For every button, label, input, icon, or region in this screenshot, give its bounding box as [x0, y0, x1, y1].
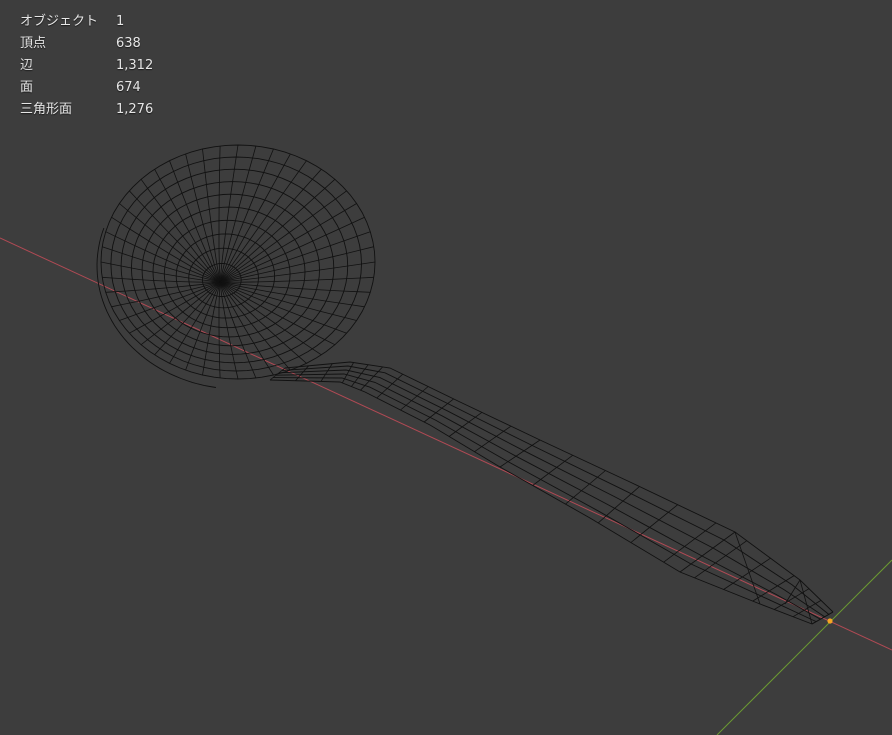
mesh-edge: [679, 531, 736, 573]
mesh-edge: [773, 588, 810, 610]
mesh-edge: [565, 470, 606, 505]
mesh-edge: [320, 363, 333, 382]
mesh-edge: [630, 504, 678, 543]
mesh-edge: [792, 600, 822, 618]
mesh-edge: [219, 281, 307, 364]
mesh-edge: [272, 377, 817, 623]
stat-row-vertices: 頂点 638: [20, 33, 153, 55]
stat-value: 1: [116, 14, 125, 29]
mesh-edge: [499, 439, 541, 468]
mesh-edge: [269, 367, 286, 381]
statistics-overlay: オブジェクト 1 頂点 638 辺 1,312 面 674 三角形面 1,276: [20, 11, 153, 121]
mesh-edge: [284, 361, 834, 613]
mesh-edge: [140, 281, 221, 346]
stat-row-faces: 面 674: [20, 77, 153, 99]
stat-label: 辺: [20, 58, 34, 73]
stat-value: 674: [116, 80, 141, 95]
mesh-edge: [219, 144, 239, 283]
ladle-wireframe-mesh[interactable]: [96, 144, 834, 625]
mesh-edge: [281, 365, 830, 615]
object-origin-dot: [827, 618, 833, 624]
stat-label: 頂点: [20, 36, 47, 51]
mesh-edge: [275, 373, 821, 620]
stat-label: オブジェクト: [20, 14, 99, 29]
mesh-edge: [694, 540, 748, 579]
x-axis-line: [0, 237, 892, 651]
stat-label: 三角形面: [20, 102, 73, 117]
mesh-edge: [269, 379, 813, 625]
mesh-edge: [219, 246, 374, 283]
mesh-edge: [474, 425, 512, 453]
mesh-edge: [102, 246, 221, 283]
mesh-edge: [219, 203, 357, 283]
stat-value: 638: [116, 36, 141, 51]
mesh-edge: [219, 168, 322, 283]
mesh-edge: [202, 148, 221, 283]
mesh-edge: [448, 412, 483, 437]
mesh-edge: [532, 454, 573, 486]
mesh-edge: [423, 398, 454, 423]
mesh-edge: [154, 169, 221, 283]
stat-value: 1,276: [116, 102, 154, 117]
stat-row-edges: 辺 1,312: [20, 55, 153, 77]
mesh-edge: [219, 281, 336, 346]
stat-row-objects: オブジェクト 1: [20, 11, 153, 33]
3d-viewport[interactable]: オブジェクト 1 頂点 638 辺 1,312 面 674 三角形面 1,276: [0, 0, 892, 735]
mesh-edge: [723, 557, 771, 590]
stat-row-triangles: 三角形面 1,276: [20, 99, 153, 121]
y-axis-line: [716, 559, 892, 735]
mesh-edge: [295, 365, 309, 381]
stat-value: 1,312: [116, 58, 154, 73]
stat-label: 面: [20, 80, 34, 95]
mesh-edge: [218, 145, 221, 283]
